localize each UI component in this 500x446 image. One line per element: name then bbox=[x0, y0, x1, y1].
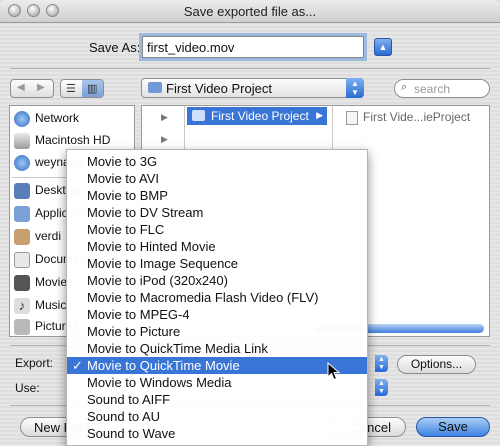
checkmark-icon: ✓ bbox=[72, 358, 83, 373]
location-popup[interactable]: First Video Project ▲ ▼ bbox=[141, 78, 364, 98]
menu-item[interactable]: Sound to AU bbox=[67, 408, 367, 425]
popup-arrows-icon: ▲ ▼ bbox=[346, 78, 364, 98]
menu-item[interactable]: Movie to Picture bbox=[67, 323, 367, 340]
location-label: First Video Project bbox=[166, 81, 272, 96]
view-mode-buttons[interactable]: ☰ ▥ bbox=[60, 79, 104, 98]
menu-item-label: Movie to Hinted Movie bbox=[87, 239, 216, 254]
menu-item[interactable]: Sound to AIFF bbox=[67, 391, 367, 408]
disclosure-arrow-icon: ▶ bbox=[161, 134, 168, 144]
menu-item[interactable]: Movie to Macromedia Flash Video (FLV) bbox=[67, 289, 367, 306]
menu-item-label: Movie to Picture bbox=[87, 324, 181, 339]
use-popup-arrows-icon[interactable]: ▲ ▼ bbox=[375, 379, 388, 396]
menu-item[interactable]: Movie to DV Stream bbox=[67, 204, 367, 221]
menu-item-label: Movie to DV Stream bbox=[87, 205, 204, 220]
column-view-icon[interactable]: ▥ bbox=[87, 82, 97, 95]
menu-item[interactable]: Sound to Wave bbox=[67, 425, 367, 442]
menu-item-label: Movie to AVI bbox=[87, 171, 160, 186]
sidebar-item-label: Macintosh HD bbox=[35, 133, 111, 148]
menu-item-label: Movie to Windows Media bbox=[87, 375, 232, 390]
hard-drive-icon bbox=[14, 133, 30, 149]
sidebar-item-verdi[interactable]: verdi bbox=[14, 229, 61, 245]
options-button[interactable]: Options... bbox=[397, 355, 476, 374]
menu-item[interactable]: Movie to FLC bbox=[67, 221, 367, 238]
user-drive-icon bbox=[14, 155, 30, 171]
movies-icon bbox=[14, 275, 30, 291]
search-icon: ⌕ bbox=[401, 81, 408, 93]
menu-item[interactable]: Movie to BMP bbox=[67, 187, 367, 204]
menu-item[interactable]: Movie to AVI bbox=[67, 170, 367, 187]
menu-item[interactable]: Movie to Hinted Movie bbox=[67, 238, 367, 255]
menu-item[interactable]: ✓ Movie to QuickTime Movie bbox=[67, 357, 367, 374]
menu-item-label: Movie to iPod (320x240) bbox=[87, 273, 228, 288]
sidebar-item-macintosh-hd[interactable]: Macintosh HD bbox=[14, 133, 110, 149]
menu-item-label: Movie to Macromedia Flash Video (FLV) bbox=[87, 290, 319, 305]
pictures-icon bbox=[14, 319, 30, 335]
save-as-label: Save As: bbox=[89, 40, 141, 55]
disclosure-arrow-icon: ▶ bbox=[161, 112, 168, 122]
back-forward-buttons[interactable]: ◀ ▶ bbox=[10, 79, 54, 98]
menu-item-label: Sound to AIFF bbox=[87, 392, 171, 407]
sidebar-item-label: Music bbox=[35, 298, 67, 313]
sidebar-item-music[interactable]: ♪ Music bbox=[14, 298, 66, 314]
selected-folder-label: First Video Project bbox=[211, 109, 309, 123]
disclosure-arrow-icon: ▶ bbox=[316, 110, 323, 120]
document-icon bbox=[346, 110, 358, 125]
forward-arrow-icon[interactable]: ▶ bbox=[37, 82, 45, 93]
menu-item[interactable]: Movie to MPEG-4 bbox=[67, 306, 367, 323]
mouse-pointer-icon bbox=[327, 362, 341, 381]
menu-item-label: Movie to FLC bbox=[87, 222, 165, 237]
home-icon bbox=[14, 229, 30, 245]
applications-icon bbox=[14, 206, 30, 222]
sidebar-item-movies[interactable]: Movies bbox=[14, 275, 73, 291]
save-button[interactable]: Save bbox=[416, 417, 490, 437]
music-icon: ♪ bbox=[14, 298, 30, 314]
menu-item-label: Movie to QuickTime Media Link bbox=[87, 341, 268, 356]
save-dialog: Save exported file as... Save As: first_… bbox=[0, 0, 500, 446]
sidebar-item-label: Network bbox=[35, 111, 80, 126]
menu-item-label: Movie to BMP bbox=[87, 188, 168, 203]
folder-icon bbox=[148, 82, 162, 93]
filename-field[interactable]: first_video.mov bbox=[142, 36, 364, 58]
globe-icon bbox=[14, 111, 30, 127]
menu-item[interactable]: Movie to Windows Media bbox=[67, 374, 367, 391]
sidebar-item-label: verdi bbox=[35, 229, 62, 244]
window-title: Save exported file as... bbox=[183, 4, 317, 19]
menu-item-label: Movie to MPEG-4 bbox=[87, 307, 190, 322]
documents-icon bbox=[14, 252, 30, 268]
menu-item-label: Movie to QuickTime Movie bbox=[87, 358, 240, 373]
use-label: Use: bbox=[15, 381, 40, 395]
file-item-label: First Vide...ieProject bbox=[363, 110, 471, 124]
divider bbox=[10, 68, 490, 69]
menu-item[interactable]: Movie to 3G bbox=[67, 153, 367, 170]
search-field[interactable]: ⌕ search bbox=[394, 79, 490, 98]
menu-item-label: Movie to Image Sequence bbox=[87, 256, 239, 271]
sidebar-item-network[interactable]: Network bbox=[14, 111, 79, 127]
export-label: Export: bbox=[15, 356, 54, 370]
back-arrow-icon[interactable]: ◀ bbox=[17, 82, 25, 93]
export-popup-arrows-icon[interactable]: ▲ ▼ bbox=[375, 355, 388, 372]
menu-item[interactable]: Movie to iPod (320x240) bbox=[67, 272, 367, 289]
folder-icon bbox=[192, 110, 205, 121]
expand-dialog-button[interactable]: ▲ bbox=[374, 38, 392, 56]
file-item[interactable]: First Vide...ieProject bbox=[346, 110, 470, 125]
desktop-icon bbox=[14, 183, 30, 199]
menu-item[interactable]: Movie to QuickTime Media Link bbox=[67, 340, 367, 357]
selected-folder-row[interactable]: First Video Project ▶ bbox=[187, 107, 327, 125]
menu-item[interactable]: Movie to Image Sequence bbox=[67, 255, 367, 272]
menu-item-label: Movie to 3G bbox=[87, 154, 158, 169]
list-view-icon[interactable]: ☰ bbox=[66, 82, 76, 95]
title-bar: Save exported file as... bbox=[0, 0, 500, 23]
menu-item-label: Sound to AU bbox=[87, 409, 160, 424]
disclosure-up-icon: ▲ bbox=[378, 42, 388, 52]
search-placeholder: search bbox=[414, 82, 451, 96]
export-format-menu: Movie to 3G Movie to AVI Movie to BMP Movie… bbox=[66, 149, 368, 446]
menu-item-label: Sound to Wave bbox=[87, 426, 176, 441]
